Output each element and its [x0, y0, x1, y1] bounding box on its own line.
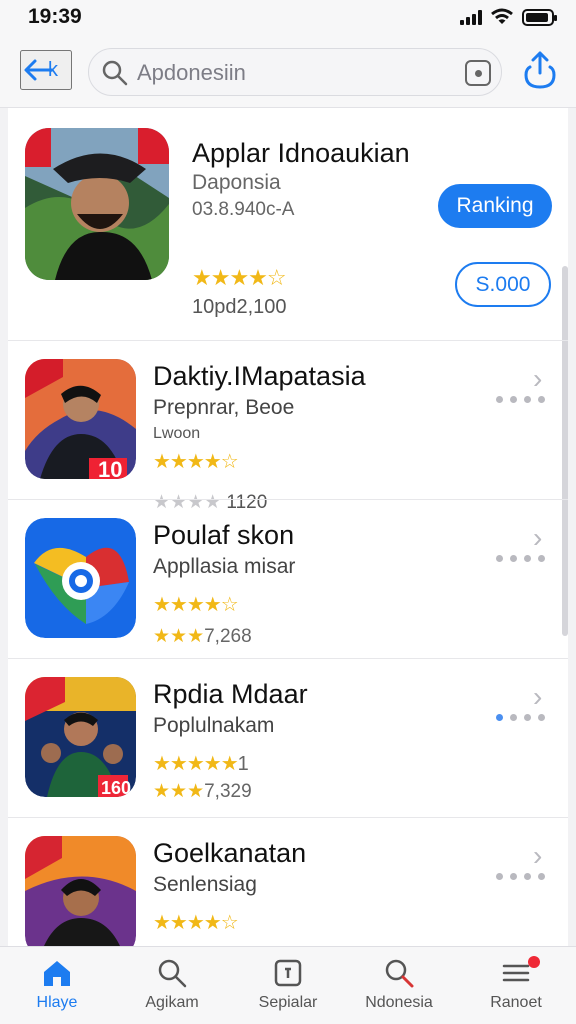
camera-icon[interactable]	[465, 60, 491, 86]
featured-app-code: 03.8.940c-A	[192, 199, 295, 220]
app-rating-stars: ★★★★★	[153, 753, 239, 775]
search-input[interactable]	[137, 58, 437, 88]
app-rating-count-stars: ★★★	[153, 626, 205, 647]
tab-indonesia[interactable]: Ndonesia	[344, 957, 454, 1012]
featured-app-icon	[25, 128, 169, 280]
app-rating-suffix: 1	[237, 753, 249, 775]
status-bar: 19:39	[0, 0, 576, 36]
status-icons	[460, 8, 557, 26]
app-title: Goelkanatan	[153, 838, 307, 868]
tab-search[interactable]: Agikam	[117, 957, 227, 1012]
tab-label: Sepialar	[258, 994, 318, 1011]
back-button[interactable]: k	[20, 50, 72, 90]
app-title: Rpdia Mdaar	[153, 679, 308, 709]
app-subtitle: Appllasia misar	[153, 555, 296, 578]
app-row[interactable]: 10 Daktiy.IMapatasia Prepnrar, Beoe Lwoo…	[8, 340, 568, 513]
app-title: Daktiy.IMapatasia	[153, 361, 366, 391]
bottom-tab-bar: Hlaye Agikam Sepialar Ndonesia Ranoet	[0, 946, 576, 1024]
notification-badge	[528, 956, 540, 968]
top-navigation: k	[0, 36, 576, 108]
tab-special[interactable]: Sepialar	[233, 957, 343, 1012]
cellular-signal-icon	[460, 9, 482, 25]
app-icon	[25, 518, 136, 638]
share-icon[interactable]	[522, 49, 558, 93]
featured-app-subtitle: Daponsia	[192, 171, 281, 194]
search-icon	[102, 60, 128, 86]
search-icon	[158, 959, 187, 988]
app-subtitle: Poplulnakam	[153, 714, 275, 737]
app-row[interactable]: 160 Rpdia Mdaar Poplulnakam ★★★★★1 ★★★7,…	[8, 658, 568, 817]
magnifier-icon	[385, 959, 414, 988]
status-time: 19:39	[28, 5, 82, 28]
svg-text:160: 160	[101, 778, 131, 797]
tab-label: Hlaye	[36, 994, 78, 1011]
tab-label: Agikam	[145, 994, 199, 1011]
chevron-right-icon[interactable]: ›	[533, 840, 551, 871]
more-options-icon[interactable]	[496, 714, 545, 721]
tab-label: Ranoet	[490, 994, 542, 1011]
more-options-icon[interactable]	[496, 873, 545, 880]
app-subtitle: Prepnrar, Beoe	[153, 396, 295, 419]
featured-app-title: Applar Idnoaukian	[192, 138, 410, 168]
app-rating-count-stars: ★★★	[153, 781, 205, 802]
featured-app-rating-stars: ★★★★☆	[192, 265, 287, 290]
app-row[interactable]: Goelkanatan Senlensiag ★★★★☆ ›	[8, 817, 568, 946]
app-rating-stars: ★★★★☆	[153, 912, 239, 934]
chevron-right-icon[interactable]: ›	[533, 681, 551, 712]
app-results-list: Applar Idnoaukian Daponsia 03.8.940c-A ★…	[8, 108, 568, 946]
app-subtitle: Senlensiag	[153, 873, 257, 896]
app-detail: Lwoon	[153, 425, 201, 442]
calendar-icon	[274, 959, 302, 987]
ranking-button[interactable]: Ranking	[438, 184, 552, 228]
home-icon	[44, 961, 70, 986]
more-options-icon[interactable]	[496, 396, 545, 403]
app-row[interactable]: Poulaf skon Appllasia misar ★★★★☆ ★★★7,2…	[8, 499, 568, 658]
app-rating-stars: ★★★★☆	[153, 451, 239, 473]
featured-app-rating-count: 10pd2,100	[192, 296, 287, 318]
chevron-right-icon[interactable]: ›	[533, 522, 551, 553]
app-rating-stars: ★★★★☆	[153, 594, 239, 616]
app-rating-count: 7,268	[204, 626, 252, 647]
app-title: Poulaf skon	[153, 520, 295, 550]
tab-label: Ndonesia	[365, 994, 433, 1011]
tab-home[interactable]: Hlaye	[2, 957, 112, 1012]
featured-app-card[interactable]: Applar Idnoaukian Daponsia 03.8.940c-A ★…	[8, 108, 568, 340]
app-icon: 10	[25, 359, 136, 479]
more-options-icon[interactable]	[496, 555, 545, 562]
chevron-right-icon[interactable]: ›	[533, 363, 551, 394]
app-icon: 160	[25, 677, 136, 797]
app-icon	[25, 836, 136, 946]
tab-report[interactable]: Ranoet	[461, 956, 571, 1012]
back-button-label: k	[48, 58, 58, 81]
svg-text:10: 10	[98, 457, 122, 479]
search-box[interactable]	[88, 48, 502, 96]
wifi-icon	[491, 8, 513, 24]
battery-icon	[522, 8, 557, 26]
app-rating-count: 7,329	[204, 781, 252, 802]
price-button[interactable]: S.000	[455, 262, 551, 307]
